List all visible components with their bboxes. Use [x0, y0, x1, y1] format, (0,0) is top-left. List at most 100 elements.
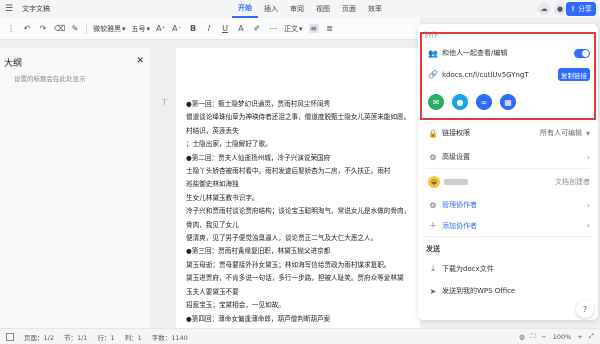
status-bar: 页面：1/2 节：1/1 行：1 列：1 字数：1140 ◍ ⛶ − 100% … [0, 328, 600, 344]
document-title[interactable]: 文字文稿 [22, 4, 50, 14]
share-button[interactable]: ⇪ 分享 [566, 2, 596, 16]
increase-font-icon[interactable]: A⁺ [156, 24, 166, 33]
paragraph-line: 黛玉进贾府，不肯多说一句话，多行一步路，担被人耻笑。贾府众等爱林黛 [186, 274, 404, 283]
tab-home[interactable]: 开始 [232, 0, 258, 18]
download-icon: ⤓ [431, 264, 435, 273]
row-indicator: 行：1 [97, 333, 115, 342]
align-left-icon[interactable]: ≡ [308, 24, 319, 33]
red-highlight-box [420, 32, 596, 120]
document-body[interactable]: ●第一回：甄士隐梦幻识通灵，贾雨村风尘怀闺秀僧道谈论绛珠仙草为神瑛侍者还泪之事，… [186, 98, 418, 326]
link-permission-value[interactable]: 所有人可编辑 [540, 128, 582, 138]
document-page[interactable]: T ●第一回：甄士隐梦幻识通灵，贾雨村风尘怀闺秀僧道谈论绛珠仙草为神瑛侍者还泪之… [162, 48, 420, 328]
send-section-title: 发送 [426, 245, 440, 253]
more-icon[interactable]: ⋯ [268, 24, 278, 33]
paragraph-line: 招惹宝玉；宝黛相会，一见如故。 [186, 301, 285, 310]
link-permission-row[interactable]: 🔒 链接权限 所有人可编辑 ▾ [428, 128, 590, 138]
tab-view[interactable]: 视图 [310, 0, 336, 18]
zoom-out-icon[interactable]: − [541, 333, 546, 341]
help-icon[interactable]: ? [576, 300, 594, 318]
paragraph-line: 玉夫人要黛玉不要 [186, 287, 239, 296]
send-icon: ➤ [429, 286, 437, 296]
creator-row: 😀 文档创建者 [428, 176, 590, 188]
redo-icon[interactable]: ↷ [38, 24, 48, 33]
undo-icon[interactable]: ↶ [22, 24, 32, 33]
paragraph-line: 冷子兴和贾雨村谈论贾府结构；谈论宝玉聪明淘气，常说女儿是水做的骨肉， [186, 207, 411, 216]
panel-divider [426, 122, 590, 123]
hamburger-menu-icon[interactable]: ☰ [0, 0, 18, 18]
user-avatar-icon[interactable]: ● [554, 3, 566, 15]
share-button-label: 分享 [577, 5, 592, 13]
font-family-select[interactable]: 微软雅黑 ▾ [93, 24, 126, 34]
add-collaborators-row[interactable]: ＋ 添加协作者 › [428, 220, 590, 231]
decrease-font-icon[interactable]: A⁻ [172, 24, 182, 33]
page-indicator: 页面：1/2 [24, 333, 54, 342]
add-collaborators-label: 添加协作者 [442, 221, 477, 230]
tab-insert[interactable]: 插入 [258, 0, 284, 18]
chevron-right-icon: › [586, 221, 590, 230]
chevron-right-icon: › [586, 200, 590, 210]
outline-hint: 设置的标题会在此处显示 [14, 75, 86, 83]
chevron-right-icon: › [586, 152, 590, 162]
title-bar: ☰ 文字文稿 开始 插入 审阅 视图 页面 效率 ☁ ● ⇪ 分享 [0, 0, 600, 18]
outline-title: 大纲 [4, 59, 23, 69]
send-wps-label: 发送到我的WPS Office [442, 287, 516, 295]
zoom-in-icon[interactable]: + [577, 333, 582, 341]
paragraph-line: 巡盐御史林如海独 [186, 180, 239, 189]
advanced-settings-label: 高级设置 [442, 153, 470, 161]
italic-icon[interactable]: I [204, 24, 214, 33]
ribbon-menu: 开始 插入 审阅 视图 页面 效率 [232, 0, 388, 18]
manage-collaborators-label: 管理协作者 [442, 201, 477, 209]
focus-icon[interactable]: ⛶ [531, 332, 536, 341]
cloud-sync-icon[interactable]: ☁ [538, 3, 550, 15]
eraser-icon[interactable]: ⌫ [54, 24, 65, 33]
underline-icon[interactable]: U [220, 24, 230, 33]
download-docx-label: 下载为docx文件 [442, 265, 494, 273]
zoom-level[interactable]: 100% [553, 333, 572, 341]
creator-role: 文档创建者 [555, 178, 590, 186]
gear-icon: ⚙ [429, 152, 437, 162]
lock-icon: 🔒 [428, 128, 438, 138]
paragraph-line: ●第二回：贾夫人仙逝扬州城，冷子兴演说荣国府 [186, 153, 331, 162]
font-color-icon[interactable]: A [236, 24, 246, 33]
globe-icon[interactable]: ◍ [519, 333, 525, 341]
panel-divider [426, 236, 590, 237]
tab-review[interactable]: 审阅 [284, 0, 310, 18]
page-thumbnail-icon[interactable] [6, 332, 14, 341]
font-family-value: 微软雅黑 [93, 24, 121, 33]
add-user-icon: ＋ [429, 221, 437, 230]
panel-divider [426, 168, 590, 169]
paragraph-line: 生女儿林黛玉教书识字。 [186, 193, 259, 202]
tab-efficiency[interactable]: 效率 [362, 0, 388, 18]
paragraph-line: 僧道谈论绛珠仙草为神瑛侍者还泪之事，僧道度脱甄士隐女儿英莲未能如愿。 [186, 113, 411, 122]
word-count[interactable]: 字数：1140 [152, 332, 188, 342]
download-docx-row[interactable]: ⤓ 下载为docx文件 [428, 264, 590, 274]
align-center-icon[interactable]: ≣ [325, 24, 335, 33]
bold-icon[interactable]: B [188, 24, 198, 33]
font-size-select[interactable]: 五号 ▾ [132, 24, 151, 34]
paragraph-style-select[interactable]: 正文 ▾ [284, 24, 303, 34]
paragraph-line: 便清爽，见了男子便觉浊臭逼人，谈论贾正二气及大仁大恶之人。 [186, 234, 378, 243]
format-painter-icon[interactable]: ✎ [70, 24, 80, 33]
paragraph-line: ●第一回：甄士隐梦幻识通灵，贾雨村风尘怀闺秀 [186, 100, 331, 108]
expand-icon[interactable]: ⋮ [6, 24, 16, 33]
status-right: ◍ ⛶ − 100% + ⤢ [519, 332, 594, 341]
highlight-icon[interactable]: ✐ [252, 24, 262, 33]
topbar-actions: ☁ ● [538, 3, 566, 15]
paragraph-line: ●第三回：贾雨村夤缘复旧职，林黛玉抛父进京都 [186, 247, 331, 256]
close-icon[interactable]: ✕ [136, 56, 144, 69]
tab-page[interactable]: 页面 [336, 0, 362, 18]
advanced-settings-row[interactable]: ⚙ 高级设置 › [428, 152, 590, 162]
outline-panel: 大纲 ✕ 设置的标题会在此处显示 [0, 48, 150, 328]
send-wps-row[interactable]: ➤ 发送到我的WPS Office [428, 286, 590, 296]
formatting-toolbar: ⋮ ↶ ↷ ⌫ ✎ 微软雅黑 ▾ 五号 ▾ A⁺ A⁻ B I U A ✐ ⋯ 正文… [0, 18, 420, 40]
fit-icon[interactable]: ⤢ [589, 332, 594, 341]
paragraph-line: 村结识，英莲丢失 [186, 126, 239, 135]
paragraph-style-value: 正文 [284, 24, 299, 33]
paragraph-line: 黛玉母逝；贾母要接外孙女黛玉；林如海写信给贾政为雨村谋求复职。 [186, 260, 391, 269]
manage-collaborators-row[interactable]: ⚙ 管理协作者 › [428, 200, 590, 210]
text-cursor-icon: T [162, 98, 167, 107]
creator-name-blurred [444, 179, 468, 185]
chevron-down-icon: ▾ [585, 128, 590, 138]
paragraph-line: ；士隐出家，士隐解好了歌。 [186, 140, 272, 149]
avatar: 😀 [428, 176, 440, 188]
